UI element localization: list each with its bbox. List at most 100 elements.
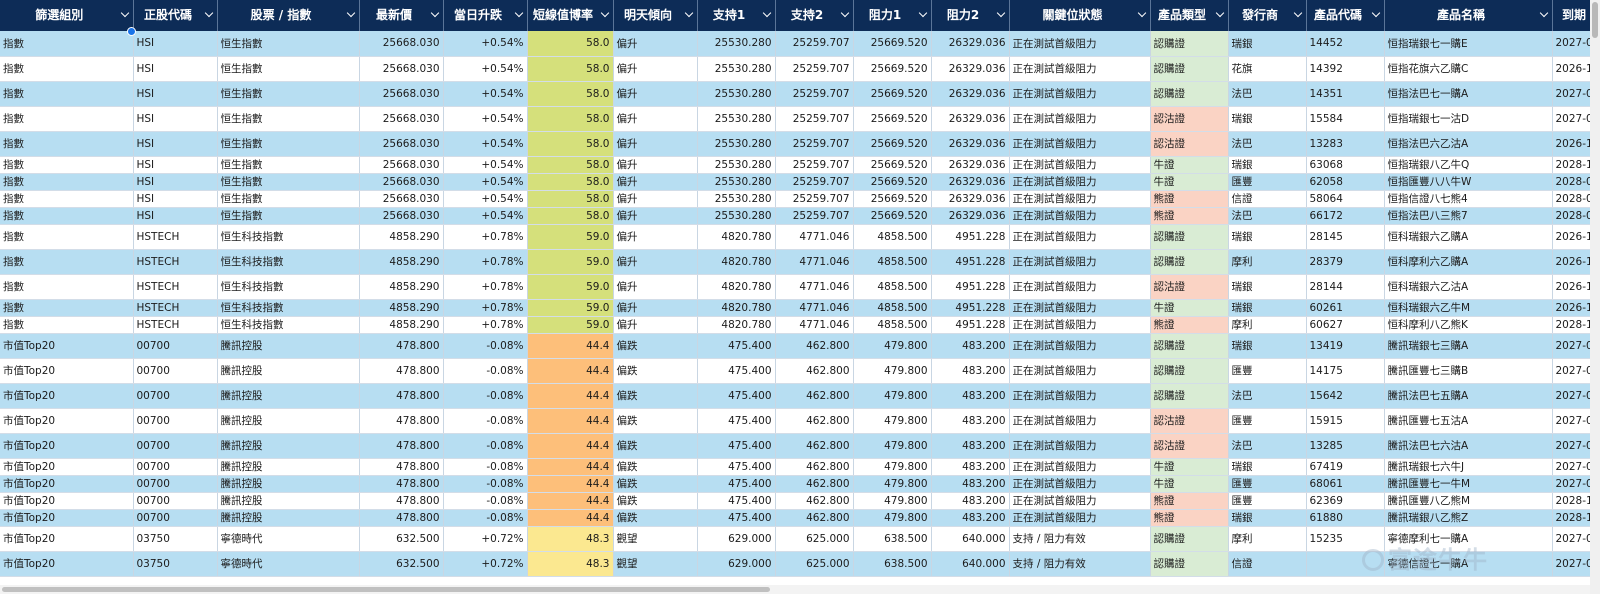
cell-change[interactable]: +0.78% [443,274,528,300]
cell-name[interactable]: 恒生科技指數 [217,249,360,275]
cell-ptype[interactable]: 認購證 [1150,31,1229,57]
cell-score[interactable]: 44.4 [527,509,614,527]
cell-code[interactable]: 00700 [133,408,218,434]
cell-r1[interactable]: 4858.500 [853,316,932,334]
cell-r2[interactable]: 26329.036 [931,156,1010,174]
cell-s2[interactable]: 462.800 [775,433,854,459]
cell-ptype[interactable]: 認沽證 [1150,131,1229,157]
cell-pname[interactable]: 騰訊匯豐七三購B [1384,358,1553,384]
cell-status[interactable]: 正在測試首級阻力 [1009,433,1151,459]
cell-price[interactable]: 478.800 [359,408,444,434]
table-row[interactable]: 市值Top20 03750 寧德時代 632.500 +0.72% 48.3 觀望 629.0… [0,551,1600,577]
cell-s1[interactable]: 25530.280 [697,106,776,132]
cell-name[interactable]: 恒生指數 [217,156,360,174]
cell-score[interactable]: 58.0 [527,56,614,82]
cell-change[interactable]: +0.72% [443,526,528,552]
cell-r1[interactable]: 479.800 [853,333,932,359]
cell-pcode[interactable]: 13419 [1306,333,1385,359]
cell-r1[interactable]: 479.800 [853,433,932,459]
cell-group[interactable]: 指數 [0,224,134,250]
cell-r1[interactable]: 638.500 [853,551,932,577]
cell-r1[interactable]: 25669.520 [853,106,932,132]
cell-trend[interactable]: 偏跌 [613,458,698,476]
cell-code[interactable]: 00700 [133,509,218,527]
cell-issuer[interactable]: 瑞銀 [1228,224,1307,250]
cell-pname[interactable]: 騰訊法巴七五購A [1384,383,1553,409]
cell-pname[interactable]: 騰訊法巴七六沽A [1384,433,1553,459]
cell-r1[interactable]: 479.800 [853,383,932,409]
cell-s1[interactable]: 475.400 [697,408,776,434]
cell-s1[interactable]: 25530.280 [697,56,776,82]
cell-change[interactable]: +0.54% [443,81,528,107]
cell-s1[interactable]: 4820.780 [697,249,776,275]
cell-trend[interactable]: 偏跌 [613,475,698,493]
cell-price[interactable]: 25668.030 [359,190,444,208]
cell-s2[interactable]: 25259.707 [775,31,854,57]
cell-trend[interactable]: 偏升 [613,31,698,57]
table-row[interactable]: 指數 HSI 恒生指數 25668.030 +0.54% 58.0 偏升 25530.280 2… [0,31,1600,57]
table-row[interactable]: 指數 HSI 恒生指數 25668.030 +0.54% 58.0 偏升 25530.280 2… [0,156,1600,174]
cell-score[interactable]: 48.3 [527,551,614,577]
cell-group[interactable]: 指數 [0,131,134,157]
cell-score[interactable]: 44.4 [527,358,614,384]
table-row[interactable]: 市值Top20 00700 騰訊控股 478.800 -0.08% 44.4 偏跌 475.4… [0,358,1600,384]
cell-issuer[interactable]: 信證 [1228,190,1307,208]
cell-status[interactable]: 正在測試首級阻力 [1009,224,1151,250]
cell-r1[interactable]: 25669.520 [853,56,932,82]
cell-s2[interactable]: 25259.707 [775,207,854,225]
cell-name[interactable]: 騰訊控股 [217,383,360,409]
cell-s2[interactable]: 4771.046 [775,249,854,275]
cell-r2[interactable]: 483.200 [931,433,1010,459]
cell-s1[interactable]: 4820.780 [697,299,776,317]
cell-trend[interactable]: 偏升 [613,156,698,174]
cell-r2[interactable]: 4951.228 [931,299,1010,317]
cell-group[interactable]: 指數 [0,106,134,132]
table-row[interactable]: 指數 HSI 恒生指數 25668.030 +0.54% 58.0 偏升 25530.280 2… [0,106,1600,132]
cell-issuer[interactable]: 瑞銀 [1228,299,1307,317]
cell-code[interactable]: HSI [133,131,218,157]
cell-issuer[interactable]: 瑞銀 [1228,106,1307,132]
cell-r1[interactable]: 25669.520 [853,131,932,157]
cell-ptype[interactable]: 熊證 [1150,509,1229,527]
cell-pcode[interactable]: 15642 [1306,383,1385,409]
cell-r2[interactable]: 483.200 [931,492,1010,510]
cell-price[interactable]: 478.800 [359,509,444,527]
cell-s2[interactable]: 462.800 [775,458,854,476]
cell-change[interactable]: +0.78% [443,249,528,275]
cell-price[interactable]: 25668.030 [359,173,444,191]
cell-trend[interactable]: 偏升 [613,106,698,132]
cell-score[interactable]: 58.0 [527,207,614,225]
cell-price[interactable]: 4858.290 [359,316,444,334]
cell-trend[interactable]: 偏跌 [613,383,698,409]
cell-ptype[interactable]: 認購證 [1150,224,1229,250]
cell-group[interactable]: 市值Top20 [0,492,134,510]
filter-dropdown-icon[interactable] [1215,8,1224,18]
cell-name[interactable]: 騰訊控股 [217,433,360,459]
column-header-trend[interactable]: 明天傾向 [613,0,698,31]
cell-name[interactable]: 騰訊控股 [217,492,360,510]
filter-dropdown-icon[interactable] [1137,8,1146,18]
cell-trend[interactable]: 觀望 [613,526,698,552]
cell-issuer[interactable]: 瑞銀 [1228,458,1307,476]
cell-s2[interactable]: 462.800 [775,383,854,409]
cell-ptype[interactable]: 認購證 [1150,551,1229,577]
cell-name[interactable]: 恒生指數 [217,56,360,82]
cell-r2[interactable]: 483.200 [931,408,1010,434]
cell-r1[interactable]: 479.800 [853,408,932,434]
cell-r1[interactable]: 4858.500 [853,299,932,317]
cell-change[interactable]: -0.08% [443,383,528,409]
filter-dropdown-icon[interactable] [684,8,693,18]
cell-trend[interactable]: 偏升 [613,56,698,82]
cell-s2[interactable]: 625.000 [775,526,854,552]
cell-group[interactable]: 指數 [0,299,134,317]
cell-r2[interactable]: 26329.036 [931,207,1010,225]
cell-s2[interactable]: 462.800 [775,333,854,359]
cell-change[interactable]: -0.08% [443,475,528,493]
cell-s1[interactable]: 25530.280 [697,190,776,208]
cell-name[interactable]: 騰訊控股 [217,408,360,434]
cell-status[interactable]: 正在測試首級阻力 [1009,475,1151,493]
cell-status[interactable]: 正在測試首級阻力 [1009,156,1151,174]
cell-group[interactable]: 市值Top20 [0,433,134,459]
cell-s1[interactable]: 4820.780 [697,316,776,334]
cell-issuer[interactable]: 匯豐 [1228,408,1307,434]
